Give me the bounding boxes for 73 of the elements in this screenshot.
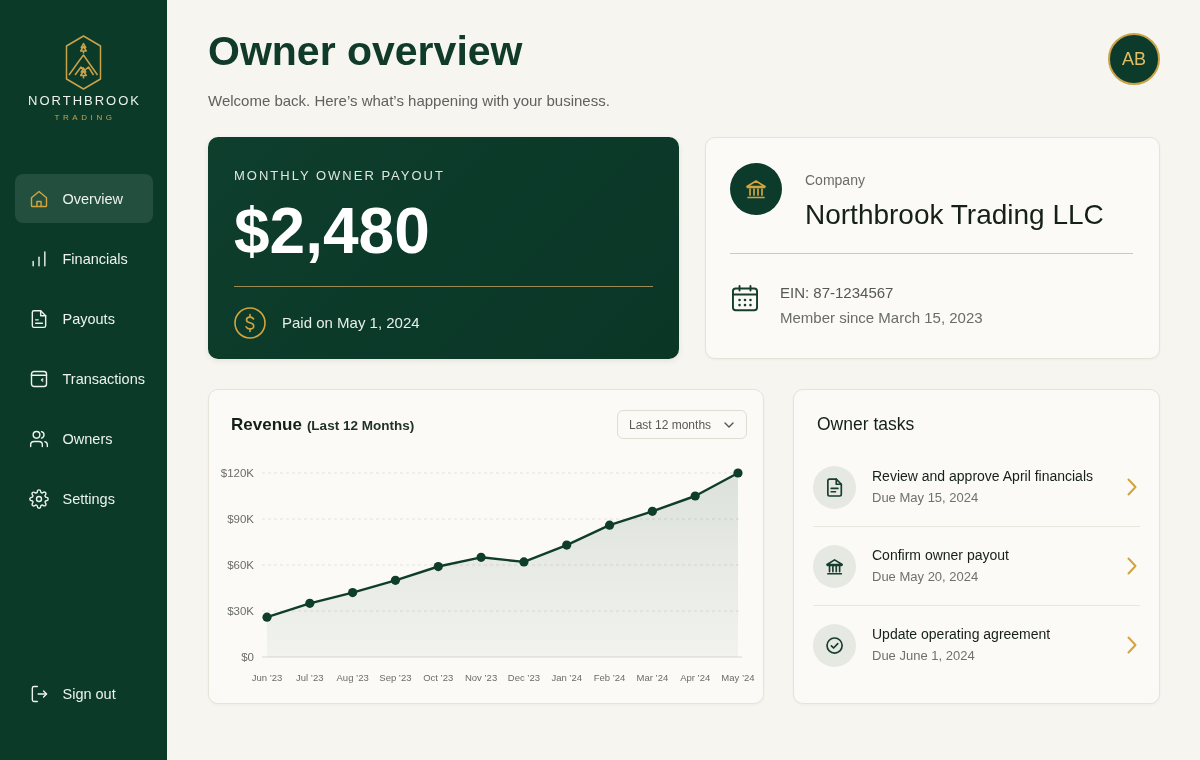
brand-tagline: TRADING — [53, 113, 116, 123]
axis-label: $90K — [227, 513, 254, 525]
logo-icon — [65, 35, 102, 90]
gear-icon — [28, 488, 49, 509]
task-title: Review and approve April financials — [872, 466, 1093, 485]
page-subtitle: Welcome back. Here’s what’s happening with your business. — [208, 91, 610, 111]
axis-label: $30K — [227, 605, 254, 617]
member-since-text: Member since March 15, 2023 — [780, 308, 983, 328]
task-title: Confirm owner payout — [872, 545, 1009, 564]
axis-label: Jul ’23 — [296, 672, 324, 683]
data-point — [305, 598, 315, 608]
nav-item[interactable]: Financials — [14, 234, 153, 283]
axis-label: Sep ’23 — [379, 672, 412, 683]
chevron-icon[interactable] — [1127, 636, 1137, 654]
data-point — [433, 561, 443, 572]
task-due-date: Due May 20, 2024 — [872, 567, 979, 585]
chevron-icon[interactable] — [1127, 478, 1137, 496]
data-point — [519, 557, 529, 567]
document-icon — [813, 465, 856, 509]
data-point — [348, 588, 358, 598]
data-point — [690, 491, 700, 501]
axis-label: Jun ’23 — [251, 672, 283, 683]
nav-item[interactable]: Payouts — [14, 294, 153, 343]
caret-icon — [724, 421, 734, 428]
task-due-date: Due May 15, 2024 — [872, 488, 979, 506]
nav-item[interactable]: Settings — [14, 474, 153, 523]
data-point — [390, 575, 401, 585]
bank-icon — [730, 163, 782, 215]
data-point — [262, 612, 272, 622]
axis-label: Aug ’23 — [336, 672, 369, 683]
nav-item[interactable]: Overview — [14, 174, 153, 223]
brand-name: NORTHBROOK — [27, 93, 141, 109]
data-point — [604, 520, 615, 530]
tasks-title: Owner tasks — [817, 413, 915, 435]
payout-label: MONTHLY OWNER PAYOUT — [234, 168, 445, 184]
sign-out-button[interactable]: Sign out — [14, 669, 153, 718]
company-name: Northbrook Trading LLC — [805, 198, 1104, 232]
data-point — [733, 468, 743, 478]
user-avatar[interactable]: AB — [1108, 33, 1160, 85]
calendar-icon — [732, 284, 758, 312]
axis-label: $60K — [227, 559, 254, 571]
axis-label: Apr ’24 — [680, 672, 711, 683]
axis-label: Feb ’24 — [593, 672, 626, 683]
nav-item[interactable]: Owners — [14, 414, 153, 463]
chart-subtitle: (Last 12 Months) — [306, 417, 415, 433]
check-circle-icon — [813, 623, 856, 667]
axis-label: Nov ’23 — [465, 672, 498, 683]
house-icon — [28, 188, 49, 209]
users-icon — [28, 428, 49, 449]
data-point — [562, 540, 572, 550]
axis-label: Mar ’24 — [636, 672, 669, 683]
payout-date: Paid on May 1, 2024 — [282, 313, 420, 333]
company-label: Company — [805, 171, 865, 189]
data-point — [476, 552, 486, 562]
nav-item[interactable]: Transactions — [14, 354, 153, 403]
ein-text: EIN: 87-1234567 — [780, 283, 894, 303]
axis-label: Jan ’24 — [551, 672, 583, 683]
axis-label: $0 — [241, 651, 254, 663]
task-title: Update operating agreement — [872, 624, 1051, 643]
axis-label: May ’24 — [721, 672, 755, 683]
chart-title: Revenue — [231, 414, 302, 435]
axis-label: Oct ’23 — [423, 672, 454, 683]
page-title: Owner overview — [208, 27, 523, 75]
dollar-icon — [234, 307, 266, 339]
data-point — [647, 506, 657, 516]
axis-label: $120K — [220, 467, 254, 479]
wallet-icon — [28, 368, 49, 389]
task-due-date: Due June 1, 2024 — [872, 646, 975, 664]
range-dropdown[interactable]: Last 12 months — [617, 410, 747, 439]
chevron-icon[interactable] — [1127, 557, 1137, 575]
payout-amount: $2,480 — [234, 199, 430, 263]
bank-icon — [813, 544, 856, 588]
axis-label: Dec ’23 — [507, 672, 540, 683]
